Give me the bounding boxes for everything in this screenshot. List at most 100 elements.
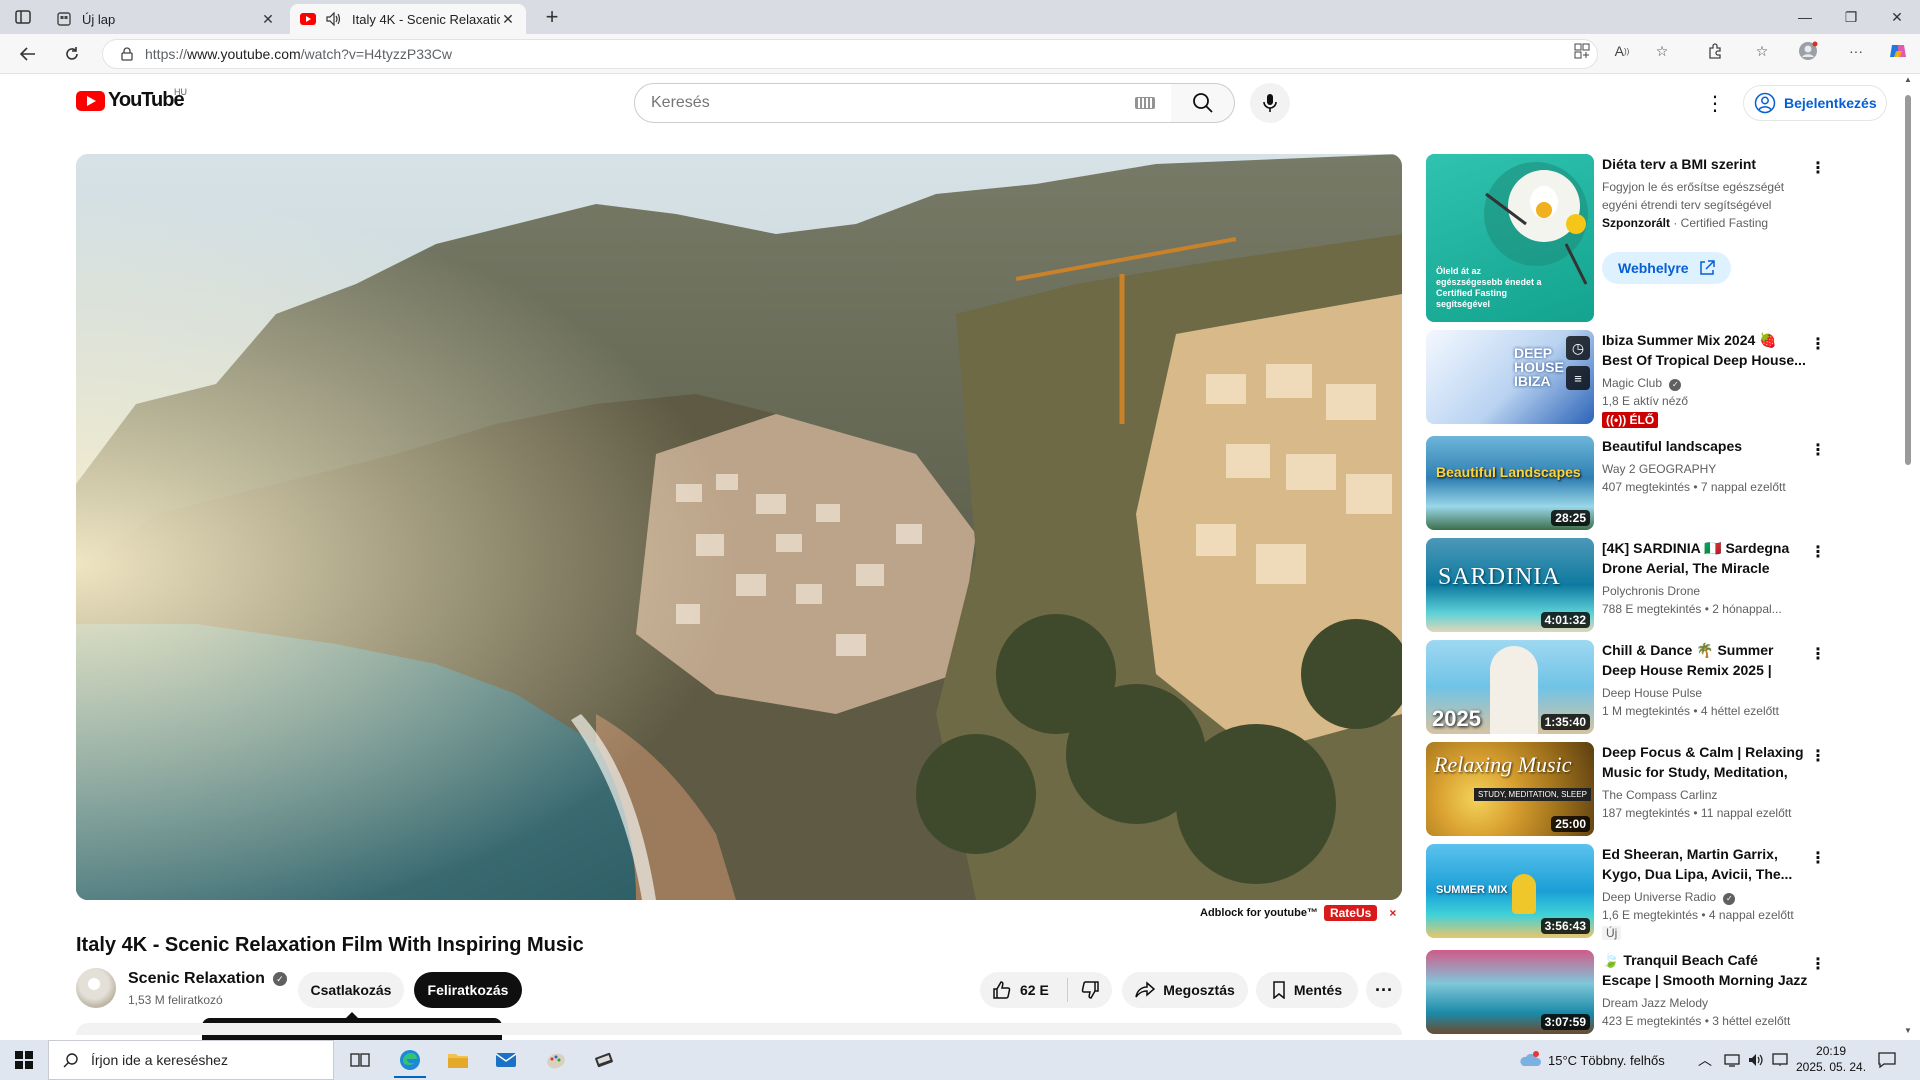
sign-in-button[interactable]: Bejelentkezés [1743,85,1887,121]
minimize-window-icon[interactable]: — [1782,4,1828,30]
system-clock[interactable]: 20:19 2025. 05. 24. [1796,1043,1866,1075]
voice-search-button[interactable] [1250,83,1290,123]
channel-avatar[interactable] [76,968,116,1008]
video-thumbnail[interactable]: 2025 1:35:40 [1426,640,1594,734]
copilot-icon[interactable] [1888,41,1908,61]
close-window-icon[interactable]: ✕ [1874,4,1920,30]
tab-youtube-video[interactable]: Italy 4K - Scenic Relaxation F ✕ [290,4,526,34]
refresh-button[interactable] [58,40,86,68]
favorites-icon[interactable]: ☆ [1752,41,1772,61]
like-button[interactable]: 62 E [980,978,1068,1002]
watch-later-icon[interactable]: ◷ [1566,336,1590,360]
scrollbar-thumb[interactable] [1905,95,1911,465]
scroll-down-arrow-icon[interactable]: ▼ [1904,1026,1912,1035]
tab-actions-icon[interactable] [12,7,34,27]
notifications-icon[interactable] [1878,1040,1896,1080]
display-icon[interactable] [1772,1040,1788,1080]
subscribe-button[interactable]: Feliratkozás [414,972,522,1008]
url-field[interactable]: https://www.youtube.com/watch?v=H4tyzzP3… [102,39,1598,69]
video-title[interactable]: Chill & Dance 🌴 Summer Deep House Remix … [1602,640,1808,680]
channel-name[interactable]: Scenic Relaxation ✓ [128,970,287,988]
video-thumbnail[interactable]: 3:07:59 [1426,950,1594,1034]
video-title[interactable]: 🍃 Tranquil Beach Café Escape | Smooth Mo… [1602,950,1808,990]
snipping-tool-icon[interactable] [584,1044,624,1076]
item-menu-icon[interactable]: ⋮ [1810,644,1826,664]
item-menu-icon[interactable]: ⋮ [1810,848,1826,868]
video-title[interactable]: Ibiza Summer Mix 2024 🍓 Best Of Tropical… [1602,330,1808,370]
network-icon[interactable] [1724,1040,1740,1080]
recommendation-item[interactable]: SARDINIA 4:01:32 [4K] SARDINIA 🇮🇹 Sardeg… [1426,538,1826,634]
video-thumbnail[interactable]: Beautiful Landscapes 28:25 [1426,436,1594,530]
favorite-star-icon[interactable]: ☆ [1652,41,1672,61]
recommendation-item[interactable]: 2025 1:35:40 Chill & Dance 🌴 Summer Deep… [1426,640,1826,736]
video-thumbnail[interactable]: DEEP HOUSE IBIZA ◷ ≡ [1426,330,1594,424]
add-to-queue-icon[interactable]: ≡ [1566,366,1590,390]
page-scrollbar[interactable]: ▲ ▼ [1902,75,1916,1035]
item-menu-icon[interactable]: ⋮ [1810,954,1826,974]
channel-name[interactable]: The Compass Carlinz [1602,786,1808,804]
task-view-icon[interactable] [340,1044,380,1076]
new-tab-button[interactable]: + [540,4,564,29]
edge-browser-icon[interactable] [390,1044,430,1078]
speaker-icon[interactable] [326,11,342,27]
back-button[interactable] [14,40,42,68]
video-title[interactable]: [4K] SARDINIA 🇮🇹 Sardegna Drone Aerial, … [1602,538,1808,578]
search-input[interactable]: Keresés [634,83,1172,123]
file-explorer-icon[interactable] [438,1044,478,1076]
share-button[interactable]: Megosztás [1122,972,1248,1008]
close-adblock-bar-icon[interactable]: × [1389,906,1396,920]
save-button[interactable]: Mentés [1256,972,1358,1008]
read-aloud-icon[interactable]: A)) [1612,41,1632,61]
close-tab-icon[interactable]: ✕ [260,11,276,27]
rate-us-button[interactable]: RateUs [1323,905,1378,921]
video-thumbnail[interactable]: SUMMER MIX 3:56:43 [1426,844,1594,938]
video-title[interactable]: Deep Focus & Calm | Relaxing Music for S… [1602,742,1808,782]
video-thumbnail[interactable]: Relaxing Music STUDY, MEDITATION, SLEEP … [1426,742,1594,836]
item-menu-icon[interactable]: ⋮ [1810,334,1826,354]
recommendation-item[interactable]: Beautiful Landscapes 28:25 Beautiful lan… [1426,436,1826,532]
search-button[interactable] [1171,83,1235,123]
taskbar-search-input[interactable]: Írjon ide a kereséshez [48,1040,334,1080]
extensions-icon[interactable] [1705,41,1725,61]
windows-start-icon[interactable] [4,1044,44,1076]
channel-name[interactable]: Polychronis Drone [1602,582,1808,600]
more-actions-icon[interactable]: ··· [1366,972,1402,1008]
tab-new-tab[interactable]: Új lap ✕ [46,4,286,34]
youtube-logo[interactable]: YouTube HU [76,87,187,112]
app-available-icon[interactable] [1572,41,1592,61]
profile-icon[interactable] [1798,41,1818,61]
settings-kebab-icon[interactable]: ⋮ [1700,88,1730,118]
paint-app-icon[interactable] [536,1044,576,1076]
recommendation-item[interactable]: DEEP HOUSE IBIZA ◷ ≡ Ibiza Summer Mix 20… [1426,330,1826,428]
item-menu-icon[interactable]: ⋮ [1810,440,1826,460]
item-menu-icon[interactable]: ⋮ [1810,746,1826,766]
channel-name[interactable]: Dream Jazz Melody [1602,994,1808,1012]
description-box[interactable] [76,1023,1402,1035]
dislike-button[interactable] [1068,980,1112,1000]
video-title[interactable]: Ed Sheeran, Martin Garrix, Kygo, Dua Lip… [1602,844,1808,884]
ad-thumbnail[interactable]: Öleld át az egészségesebb énedet a Certi… [1426,154,1594,322]
video-player[interactable] [76,154,1402,900]
sponsored-ad-card[interactable]: Öleld át az egészségesebb énedet a Certi… [1426,154,1826,324]
recommendation-item[interactable]: Relaxing Music STUDY, MEDITATION, SLEEP … [1426,742,1826,838]
show-hidden-icons-icon[interactable]: ︿ [1698,1040,1712,1080]
weather-widget[interactable]: 15°C Többny. felhős [1518,1040,1665,1080]
scroll-up-arrow-icon[interactable]: ▲ [1904,75,1912,84]
keyboard-icon[interactable] [1135,97,1155,109]
close-tab-icon[interactable]: ✕ [500,11,516,27]
item-menu-icon[interactable]: ⋮ [1810,542,1826,562]
settings-more-icon[interactable]: ··· [1846,41,1866,61]
video-title[interactable]: Beautiful landscapes [1602,436,1808,456]
lock-icon[interactable] [119,46,135,62]
channel-name[interactable]: Magic Club ✓ [1602,374,1808,392]
restore-window-icon[interactable]: ❐ [1828,4,1874,30]
recommendation-item[interactable]: 3:07:59 🍃 Tranquil Beach Café Escape | S… [1426,950,1826,1046]
video-thumbnail[interactable]: SARDINIA 4:01:32 [1426,538,1594,632]
ad-title[interactable]: Diéta terv a BMI szerint [1602,154,1808,174]
channel-name[interactable]: Deep House Pulse [1602,684,1808,702]
item-menu-icon[interactable]: ⋮ [1810,158,1826,178]
visit-website-button[interactable]: Webhelyre [1602,252,1731,284]
join-button[interactable]: Csatlakozás [298,972,404,1008]
channel-name[interactable]: Way 2 GEOGRAPHY [1602,460,1808,478]
volume-icon[interactable] [1748,1040,1764,1080]
